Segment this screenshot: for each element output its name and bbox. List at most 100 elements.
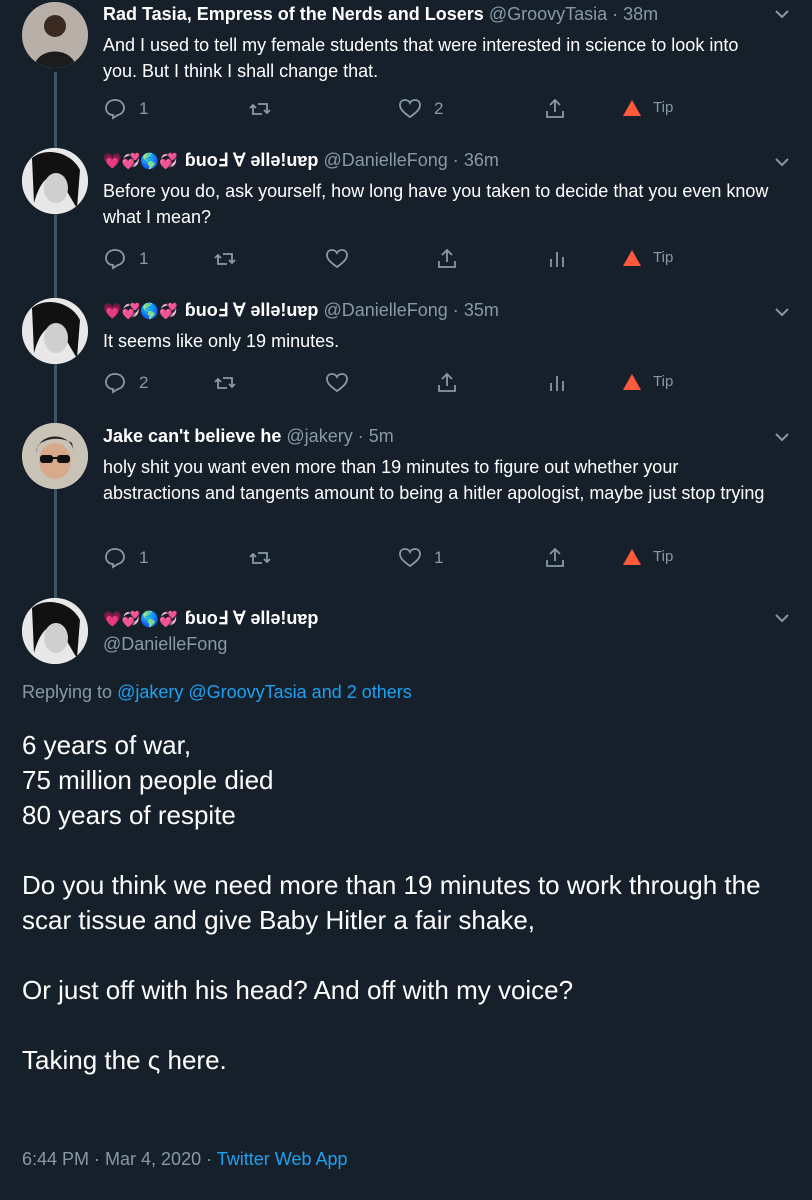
avatar-image	[22, 598, 88, 664]
reply-button[interactable]: 1	[103, 97, 148, 121]
analytics-button[interactable]	[545, 247, 569, 271]
main-display-name[interactable]: 💗💞🌎💞 ɓuoℲ ∀ ǝllǝ!uɐp	[103, 608, 318, 629]
tweet-text: It seems like only 19 minutes.	[103, 331, 340, 351]
reply-icon	[105, 373, 125, 394]
retweet-icon	[249, 552, 271, 564]
tweet-header: Rad Tasia, Empress of the Nerds and Lose…	[103, 4, 658, 25]
tweet-actions: 2 Tip	[103, 371, 703, 395]
tip-button[interactable]: Tip	[623, 373, 673, 390]
reply-icon	[105, 249, 125, 270]
avatar-daniellefong[interactable]	[22, 298, 88, 364]
emoji-prefix: 💗💞🌎💞	[103, 153, 178, 171]
retweet-button[interactable]	[248, 97, 284, 121]
share-button[interactable]	[435, 247, 459, 271]
tweet-text: holy shit you want even more than 19 min…	[103, 457, 765, 503]
main-text-line: Do you think we need more than 19 minute…	[22, 870, 761, 935]
like-button[interactable]	[325, 247, 361, 271]
main-text-line: Taking the ς here.	[22, 1045, 227, 1075]
tweet-time[interactable]: 38m	[623, 4, 658, 24]
main-text-line: Or just off with his head? And off with …	[22, 975, 574, 1005]
chevron-down-icon[interactable]	[774, 6, 790, 22]
like-button[interactable]: 1	[398, 546, 443, 570]
brave-tip-icon	[623, 548, 641, 565]
reply-count: 2	[139, 373, 149, 392]
tweet-time[interactable]: 36m	[464, 150, 499, 170]
tweet-time[interactable]: 5m	[369, 426, 394, 446]
reply-button[interactable]: 1	[103, 247, 148, 271]
heart-icon	[399, 548, 421, 568]
replying-prefix: Replying to	[22, 682, 113, 702]
user-handle[interactable]: @GroovyTasia	[489, 4, 607, 24]
main-text-blank	[22, 833, 792, 868]
retweet-icon	[214, 253, 236, 265]
display-name[interactable]: Rad Tasia, Empress of the Nerds and Lose…	[103, 4, 484, 24]
tweet-text: Before you do, ask yourself, how long ha…	[103, 181, 769, 227]
share-button[interactable]	[543, 97, 567, 121]
heart-icon	[326, 249, 348, 269]
display-name[interactable]: ɓuoℲ ∀ ǝllǝ!uɐp	[185, 150, 319, 170]
heart-icon	[399, 99, 421, 119]
display-name[interactable]: Jake can't believe he	[103, 426, 281, 446]
emoji-prefix: 💗💞🌎💞	[103, 611, 178, 629]
user-handle[interactable]: @DanielleFong	[323, 300, 447, 320]
avatar-jakery[interactable]	[22, 423, 88, 489]
share-button[interactable]	[435, 371, 459, 395]
main-tweet-text: 6 years of war, 75 million people died 8…	[22, 728, 792, 1078]
avatar-daniellefong[interactable]	[22, 148, 88, 214]
share-icon	[438, 248, 456, 268]
avatar-image	[22, 2, 88, 68]
share-icon	[546, 98, 564, 118]
reply-button[interactable]: 1	[103, 546, 148, 570]
share-button[interactable]	[543, 546, 567, 570]
like-count: 1	[434, 548, 444, 567]
retweet-button[interactable]	[213, 371, 249, 395]
display-name[interactable]: ɓuoℲ ∀ ǝllǝ!uɐp	[185, 608, 319, 628]
user-handle[interactable]: @jakery	[286, 426, 352, 446]
chevron-down-icon[interactable]	[774, 610, 790, 626]
brave-tip-icon	[623, 249, 641, 266]
retweet-button[interactable]	[213, 247, 249, 271]
tweet-meta: 6:44 PM · Mar 4, 2020 · Twitter Web App	[22, 1149, 348, 1170]
user-handle[interactable]: @DanielleFong	[323, 150, 447, 170]
tweet-text: And I used to tell my female students th…	[103, 35, 739, 81]
analytics-icon	[550, 252, 564, 267]
separator-dot: ·	[452, 150, 459, 170]
main-user-handle[interactable]: @DanielleFong	[103, 634, 227, 655]
source-app-link[interactable]: Twitter Web App	[217, 1149, 348, 1169]
retweet-icon	[214, 377, 236, 389]
retweet-button[interactable]	[248, 546, 284, 570]
avatar-groovytasia[interactable]	[22, 2, 88, 68]
tweet-actions: 1 1 Tip	[103, 546, 703, 570]
timestamp[interactable]: 6:44 PM · Mar 4, 2020 ·	[22, 1149, 217, 1169]
tip-button[interactable]: Tip	[623, 99, 673, 116]
replying-to: Replying to @jakery @GroovyTasia and 2 o…	[22, 682, 412, 703]
like-button[interactable]: 2	[398, 97, 443, 121]
separator-dot: ·	[357, 426, 364, 446]
main-text-blank	[22, 1008, 792, 1043]
chevron-down-icon[interactable]	[774, 154, 790, 170]
chevron-down-icon[interactable]	[774, 429, 790, 445]
reply-icon	[105, 99, 125, 120]
analytics-button[interactable]	[545, 371, 569, 395]
reply-icon	[105, 548, 125, 569]
brave-tip-icon	[623, 99, 641, 116]
emoji-prefix: 💗💞🌎💞	[103, 303, 178, 321]
display-name[interactable]: ɓuoℲ ∀ ǝllǝ!uɐp	[185, 300, 319, 320]
tip-label: Tip	[653, 249, 674, 266]
reply-tweet-2[interactable]: 💗💞🌎💞 ɓuoℲ ∀ ǝllǝ!uɐp @DanielleFong · 36m…	[0, 140, 812, 290]
analytics-icon	[550, 376, 564, 391]
reply-count: 1	[139, 249, 149, 268]
tweet-time[interactable]: 35m	[464, 300, 499, 320]
heart-icon	[326, 373, 348, 393]
reply-count: 1	[139, 548, 149, 567]
like-button[interactable]	[325, 371, 361, 395]
reply-button[interactable]: 2	[103, 371, 148, 395]
replying-to-links[interactable]: @jakery @GroovyTasia and 2 others	[117, 682, 412, 702]
reply-tweet-3[interactable]: 💗💞🌎💞 ɓuoℲ ∀ ǝllǝ!uɐp @DanielleFong · 35m…	[0, 290, 812, 415]
reply-tweet-1[interactable]: Rad Tasia, Empress of the Nerds and Lose…	[0, 0, 812, 140]
reply-tweet-4[interactable]: Jake can't believe he @jakery · 5m holy …	[0, 415, 812, 590]
tip-button[interactable]: Tip	[623, 249, 673, 266]
chevron-down-icon[interactable]	[774, 304, 790, 320]
avatar-daniellefong[interactable]	[22, 598, 88, 664]
tip-button[interactable]: Tip	[623, 548, 673, 565]
